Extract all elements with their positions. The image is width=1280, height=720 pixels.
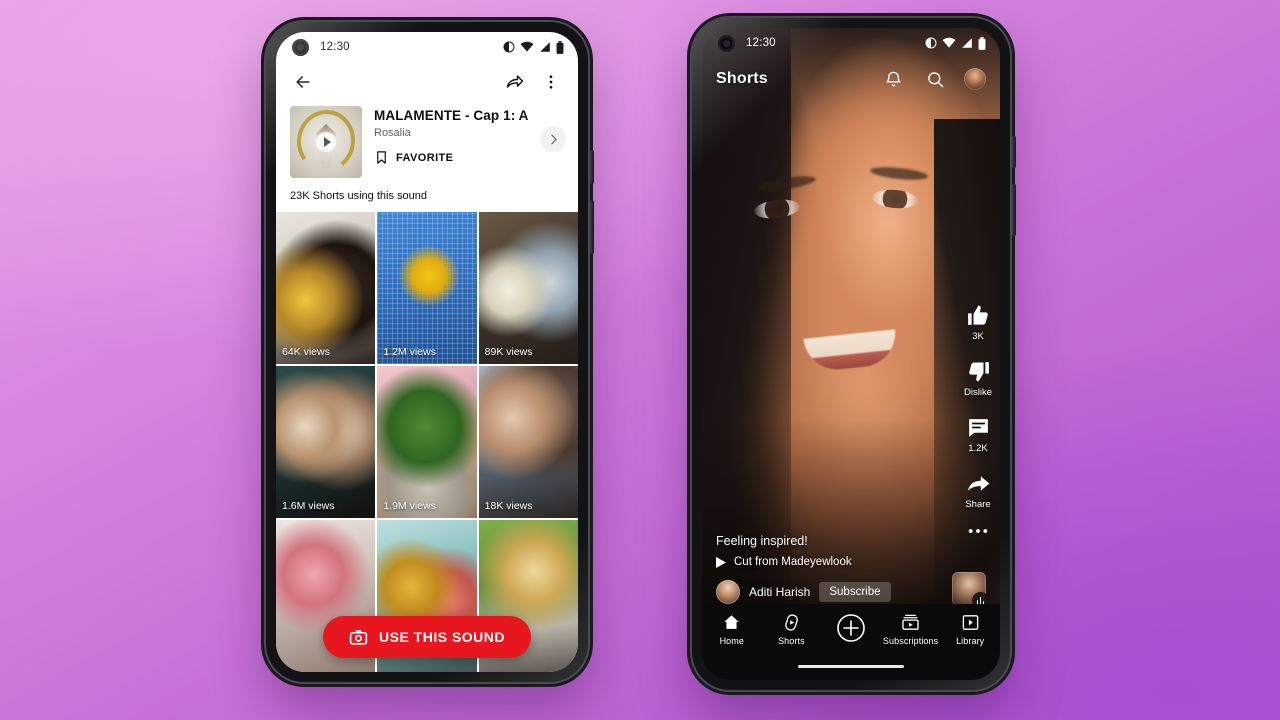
library-icon bbox=[962, 615, 978, 630]
grid-item[interactable]: 1.6M views bbox=[276, 366, 376, 518]
nav-home[interactable]: Home bbox=[702, 613, 762, 646]
left-status-bar: 12:30 bbox=[276, 32, 578, 62]
account-avatar[interactable] bbox=[964, 68, 986, 90]
right-phone-screen: 12:30 Shorts 3K Dislike 1.2K Share Feeli… bbox=[702, 28, 1000, 680]
sound-thumbnail-badge[interactable] bbox=[952, 572, 986, 606]
view-count: 1.6M views bbox=[282, 500, 335, 512]
sound-thumbnail[interactable] bbox=[290, 106, 362, 178]
view-count: 64K views bbox=[282, 346, 330, 358]
use-this-sound-button[interactable]: USE THIS SOUND bbox=[322, 616, 532, 658]
create-plus-icon bbox=[837, 614, 865, 642]
play-icon[interactable] bbox=[316, 132, 336, 152]
comment-icon bbox=[968, 419, 988, 437]
share-icon[interactable] bbox=[502, 69, 528, 95]
status-icons bbox=[925, 36, 986, 50]
view-count: 89K views bbox=[484, 346, 533, 358]
home-icon bbox=[724, 615, 739, 629]
front-camera-punch-hole bbox=[718, 35, 735, 52]
camera-icon bbox=[349, 629, 368, 645]
shorts-grid: 64K views 1.2M views 89K views 1.6M view… bbox=[276, 212, 578, 672]
nav-library-label: Library bbox=[956, 636, 985, 646]
subscriptions-icon bbox=[902, 614, 919, 630]
nav-shorts-label: Shorts bbox=[778, 636, 805, 646]
sound-title: MALAMENTE - Cap 1: A... bbox=[374, 108, 528, 123]
grid-item[interactable]: 89K views bbox=[478, 212, 578, 364]
signal-icon bbox=[540, 42, 550, 52]
nav-library[interactable]: Library bbox=[940, 613, 1000, 646]
nav-create[interactable] bbox=[821, 613, 881, 643]
battery-icon bbox=[556, 40, 564, 54]
grid-item[interactable]: 1.2M views bbox=[377, 212, 477, 364]
signal-icon bbox=[962, 38, 972, 48]
power-button[interactable] bbox=[1012, 184, 1016, 236]
channel-avatar[interactable] bbox=[716, 580, 740, 604]
grid-item[interactable]: 1.9M views bbox=[377, 366, 477, 518]
battery-icon bbox=[978, 36, 986, 50]
page-title: Shorts bbox=[716, 70, 768, 87]
shorts-icon bbox=[785, 614, 798, 631]
shorts-action-rail: 3K Dislike 1.2K Share bbox=[964, 303, 992, 535]
video-caption: Feeling inspired! bbox=[716, 534, 808, 548]
sound-artist: Rosalia bbox=[374, 127, 411, 139]
alarm-icon bbox=[503, 41, 515, 53]
volume-button[interactable] bbox=[590, 150, 594, 184]
subscribe-button[interactable]: Subscribe bbox=[819, 582, 891, 602]
play-small-icon bbox=[716, 556, 726, 568]
grid-item[interactable]: 64K views bbox=[276, 212, 376, 364]
like-count: 3K bbox=[972, 331, 984, 342]
thumbs-up-icon bbox=[967, 305, 988, 325]
bookmark-icon bbox=[377, 151, 386, 164]
nav-subscriptions-label: Subscriptions bbox=[882, 636, 939, 646]
volume-button[interactable] bbox=[1012, 136, 1016, 168]
dislike-button[interactable]: Dislike bbox=[964, 359, 992, 398]
view-count: 1.2M views bbox=[383, 346, 436, 358]
left-phone-device: 12:30 MALAMENTE - Cap 1: A... Rosalia FA… bbox=[266, 22, 594, 682]
status-time: 12:30 bbox=[746, 37, 776, 49]
use-this-sound-label: USE THIS SOUND bbox=[378, 629, 506, 645]
channel-row: Aditi Harish Subscribe bbox=[716, 580, 986, 604]
wifi-icon bbox=[942, 37, 956, 48]
sound-usage-count: 23K Shorts using this sound bbox=[290, 190, 427, 202]
comment-button[interactable]: 1.2K bbox=[966, 415, 991, 454]
alarm-icon bbox=[925, 37, 937, 49]
sound-attribution[interactable]: Cut from Madeyewlook bbox=[716, 556, 986, 568]
bell-icon[interactable] bbox=[880, 66, 906, 92]
channel-name: Aditi Harish bbox=[749, 585, 811, 599]
nav-shorts[interactable]: Shorts bbox=[762, 613, 822, 646]
favorite-button[interactable]: FAVORITE bbox=[374, 150, 528, 165]
status-icons bbox=[503, 40, 564, 54]
share-arrow-icon bbox=[967, 476, 989, 491]
sound-info-card: MALAMENTE - Cap 1: A... Rosalia FAVORITE bbox=[276, 102, 578, 188]
grid-item[interactable]: 18K views bbox=[478, 366, 578, 518]
share-label: Share bbox=[965, 499, 991, 510]
view-count: 1.9M views bbox=[383, 500, 436, 512]
chevron-right-icon[interactable] bbox=[540, 126, 566, 152]
more-vertical-icon[interactable] bbox=[538, 69, 564, 95]
left-phone-screen: 12:30 MALAMENTE - Cap 1: A... Rosalia FA… bbox=[276, 32, 578, 672]
power-button[interactable] bbox=[590, 200, 594, 254]
thumbs-down-icon bbox=[968, 362, 989, 382]
back-arrow-icon[interactable] bbox=[290, 69, 316, 95]
favorite-label: FAVORITE bbox=[396, 151, 454, 164]
wifi-icon bbox=[520, 41, 534, 52]
nav-home-label: Home bbox=[719, 636, 744, 646]
comment-count: 1.2K bbox=[968, 443, 988, 454]
status-time: 12:30 bbox=[320, 41, 350, 53]
like-button[interactable]: 3K bbox=[966, 303, 991, 342]
bottom-navigation: Home Shorts Subscriptions Library bbox=[702, 604, 1000, 680]
right-status-bar: 12:30 bbox=[702, 28, 1000, 58]
dislike-label: Dislike bbox=[964, 387, 992, 398]
shorts-overlay-info: Feeling inspired! Cut from Madeyewlook A… bbox=[702, 534, 1000, 606]
right-phone-device: 12:30 Shorts 3K Dislike 1.2K Share Feeli… bbox=[692, 18, 1016, 690]
left-top-bar bbox=[276, 62, 578, 102]
home-indicator bbox=[798, 665, 904, 668]
front-camera-punch-hole bbox=[292, 39, 309, 56]
view-count: 18K views bbox=[484, 500, 533, 512]
shorts-top-bar: Shorts bbox=[702, 58, 1000, 100]
search-icon[interactable] bbox=[922, 66, 948, 92]
share-button[interactable]: Share bbox=[965, 471, 991, 510]
nav-subscriptions[interactable]: Subscriptions bbox=[881, 613, 941, 646]
sound-attribution-text: Cut from Madeyewlook bbox=[734, 556, 852, 568]
